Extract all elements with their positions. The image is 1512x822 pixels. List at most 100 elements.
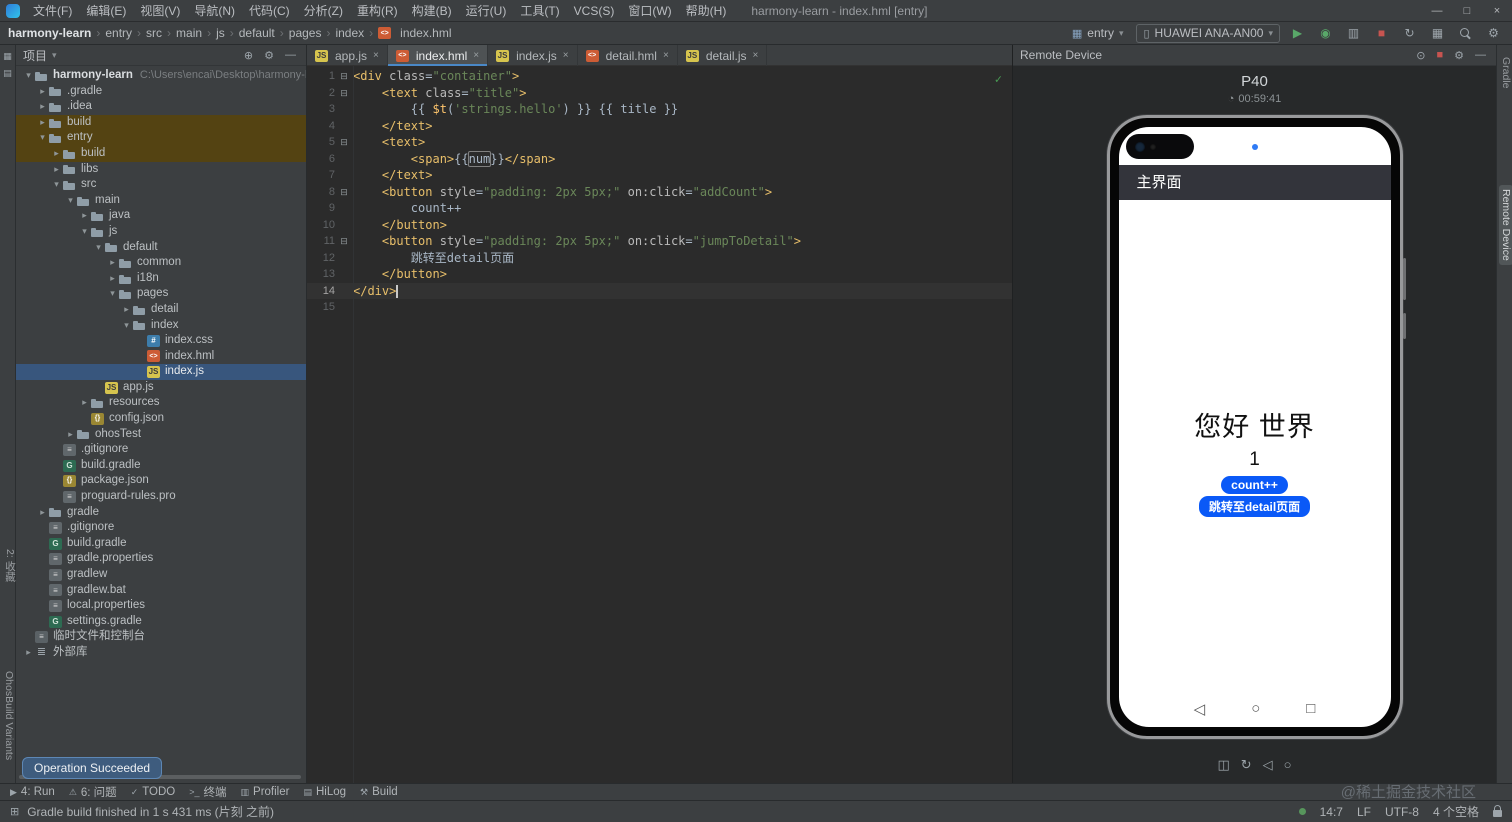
chevron-right-icon[interactable]: ▸ <box>36 505 49 521</box>
breadcrumb-entry[interactable]: entry <box>105 26 132 40</box>
chevron-down-icon[interactable]: ▾ <box>120 318 133 334</box>
tree-item-gradle[interactable]: ▸ gradle <box>16 505 306 521</box>
hide-panel-button[interactable]: — <box>282 49 299 61</box>
tree-item-package.json[interactable]: {} package.json <box>16 473 306 489</box>
tool-window-button-4Run[interactable]: ▶ 4: Run <box>10 786 55 798</box>
menu-item-3[interactable]: 导航(N) <box>187 0 242 22</box>
editor-tab-detail.hml[interactable]: <> detail.hml × <box>578 45 678 66</box>
chevron-right-icon[interactable]: ▸ <box>36 99 49 115</box>
chevron-right-icon[interactable]: ▸ <box>78 395 91 411</box>
editor-tab-index.hml[interactable]: <> index.hml × <box>387 45 489 66</box>
tree-item-java[interactable]: ▸ java <box>16 208 306 224</box>
tree-item-proguard-rules.pro[interactable]: ≡ proguard-rules.pro <box>16 489 306 505</box>
device-manager-button[interactable]: ▦ <box>1427 23 1448 43</box>
jump-detail-button[interactable]: 跳转至detail页面 <box>1198 496 1311 517</box>
tree-item-resources[interactable]: ▸ resources <box>16 395 306 411</box>
device-home-button[interactable]: ○ <box>1284 757 1292 773</box>
select-opened-file-button[interactable]: ⊕ <box>241 49 256 62</box>
close-tab-icon[interactable]: × <box>373 50 379 61</box>
chevron-right-icon[interactable]: ▸ <box>120 302 133 318</box>
chevron-down-icon[interactable]: ▾ <box>64 193 77 209</box>
breadcrumb-js[interactable]: js <box>216 26 225 40</box>
breadcrumb-index[interactable]: index <box>335 26 364 40</box>
fold-icon[interactable]: ⊟ <box>335 233 353 250</box>
fold-icon[interactable]: ⊟ <box>335 68 353 85</box>
chevron-right-icon[interactable]: ▸ <box>36 84 49 100</box>
chevron-right-icon[interactable]: ▸ <box>106 255 119 271</box>
menu-item-11[interactable]: 窗口(W) <box>621 0 678 22</box>
tree-item-config.json[interactable]: {} config.json <box>16 411 306 427</box>
lock-icon[interactable] <box>1493 804 1502 817</box>
breadcrumb-main[interactable]: main <box>176 26 202 40</box>
tree-item-src[interactable]: ▾ src <box>16 177 306 193</box>
tree-item-index.js[interactable]: JS index.js <box>16 364 306 380</box>
menu-item-12[interactable]: 帮助(H) <box>679 0 734 22</box>
chevron-down-icon[interactable]: ▾ <box>106 286 119 302</box>
tree-item-ohosTest[interactable]: ▸ ohosTest <box>16 427 306 443</box>
device-select[interactable]: ▯ HUAWEI ANA-AN00 ▾ <box>1136 23 1280 43</box>
tree-item-[interactable]: ▸ ≣ 外部库 <box>16 645 306 661</box>
debug-button[interactable]: ◉ <box>1315 23 1336 43</box>
remote-device-tab[interactable]: Remote Device <box>1499 185 1512 265</box>
tool-window-button-Build[interactable]: ⚒ Build <box>360 786 398 798</box>
structure-stripe-icon[interactable]: ▤ <box>0 68 15 79</box>
breadcrumb-harmony-learn[interactable]: harmony-learn <box>8 26 91 40</box>
settings-button[interactable]: ⚙ <box>1483 23 1504 43</box>
tree-item-[interactable]: ≡ 临时文件和控制台 <box>16 629 306 645</box>
tree-item-.gradle[interactable]: ▸ .gradle <box>16 84 306 100</box>
screenshot-button[interactable]: ◫ <box>1217 757 1229 773</box>
tree-item-js[interactable]: ▾ js <box>16 224 306 240</box>
menu-item-4[interactable]: 代码(C) <box>242 0 297 22</box>
run-button[interactable]: ▶ <box>1287 23 1308 43</box>
tree-item-i18n[interactable]: ▸ i18n <box>16 271 306 287</box>
hide-panel-button[interactable]: — <box>1472 49 1489 61</box>
tree-item-harmony-learn[interactable]: ▾ harmony-learn C:\Users\encai\Desktop\har… <box>16 68 306 84</box>
close-tab-icon[interactable]: × <box>753 50 759 61</box>
tool-window-button-TODO[interactable]: ✓ TODO <box>131 786 176 798</box>
tree-item-gradlew.bat[interactable]: ≡ gradlew.bat <box>16 583 306 599</box>
breadcrumb-default[interactable]: default <box>239 26 275 40</box>
chevron-right-icon[interactable]: ▸ <box>78 208 91 224</box>
run-config-select[interactable]: ▦ entry ▾ <box>1066 24 1130 43</box>
chevron-down-icon[interactable]: ▾ <box>36 130 49 146</box>
device-back-button[interactable]: ◁ <box>1263 757 1273 773</box>
ohosbuild-variants-tab[interactable]: OhosBuild Variants <box>2 667 16 764</box>
chevron-down-icon[interactable]: ▾ <box>92 240 105 256</box>
tree-item-build[interactable]: ▸ build <box>16 114 306 131</box>
tree-item-common[interactable]: ▸ common <box>16 255 306 271</box>
breadcrumb-index.hml[interactable]: <> index.hml <box>378 26 452 40</box>
maximize-button[interactable]: □ <box>1452 0 1482 22</box>
chevron-down-icon[interactable]: ▾ <box>78 224 91 240</box>
tool-window-button-6[interactable]: ⚠ 6: 问题 <box>69 784 117 800</box>
search-button[interactable] <box>1455 23 1476 43</box>
menu-item-6[interactable]: 重构(R) <box>350 0 405 22</box>
close-tab-icon[interactable]: × <box>663 50 669 61</box>
editor-tab-app.js[interactable]: JS app.js × <box>307 45 388 66</box>
chevron-right-icon[interactable]: ▸ <box>106 271 119 287</box>
chevron-right-icon[interactable]: ▸ <box>64 427 77 443</box>
breadcrumb-src[interactable]: src <box>146 26 162 40</box>
tree-item-settings.gradle[interactable]: Gsettings.gradle <box>16 614 306 630</box>
breadcrumb-pages[interactable]: pages <box>289 26 322 40</box>
tree-item-entry[interactable]: ▾ entry <box>16 130 306 146</box>
tree-item-.gitignore[interactable]: ≡ .gitignore <box>16 442 306 458</box>
fold-icon[interactable]: ⊟ <box>335 85 353 102</box>
tool-window-button-[interactable]: >_ 终端 <box>189 784 226 800</box>
code-editor[interactable]: 1 ⊟ <div class="container"> 2 ⊟ <text class=… <box>307 66 1012 783</box>
tree-item-index.hml[interactable]: <> index.hml <box>16 349 306 365</box>
chevron-right-icon[interactable]: ▸ <box>22 645 35 661</box>
back-icon[interactable]: ◁ <box>1194 700 1206 718</box>
close-tab-icon[interactable]: × <box>563 50 569 61</box>
editor-tab-detail.js[interactable]: JS detail.js × <box>678 45 768 66</box>
editor-tab-index.js[interactable]: JS index.js × <box>488 45 578 66</box>
tree-item-.gitignore[interactable]: ≡ .gitignore <box>16 520 306 536</box>
status-message[interactable]: Gradle build finished in 1 s 431 ms (片刻 … <box>27 803 274 820</box>
fold-icon[interactable]: ⊟ <box>335 184 353 201</box>
chevron-down-icon[interactable]: ▾ <box>52 50 57 61</box>
tool-window-button-Profiler[interactable]: ▥ Profiler <box>241 786 290 798</box>
tree-item-index[interactable]: ▾ index <box>16 318 306 334</box>
indent-style[interactable]: 4 个空格 <box>1433 803 1479 820</box>
phone-screen[interactable]: 主界面 您好 世界 1 count++ 跳转至detail页面 ◁ ○ □ <box>1118 127 1391 727</box>
menu-item-8[interactable]: 运行(U) <box>459 0 514 22</box>
rotate-button[interactable]: ↻ <box>1241 757 1252 773</box>
